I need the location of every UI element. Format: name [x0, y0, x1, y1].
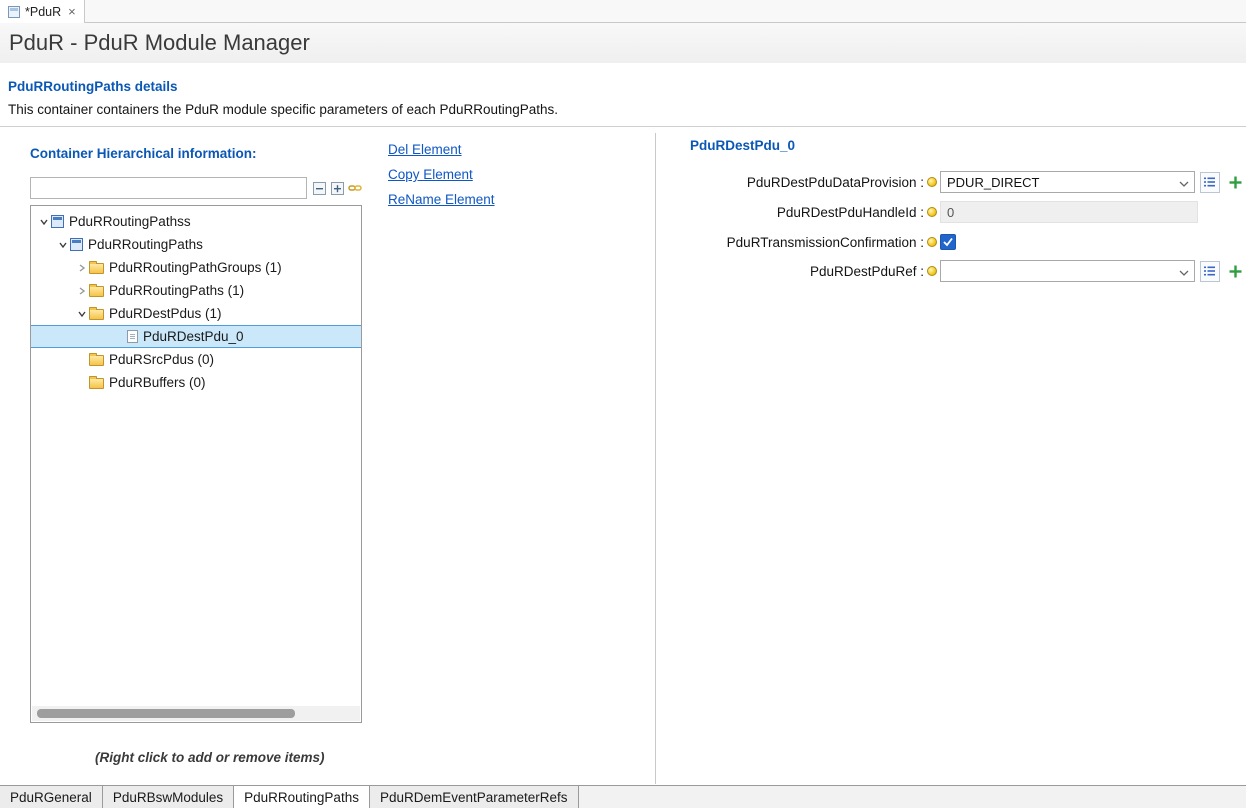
collapse-all-icon[interactable]: [312, 181, 326, 195]
expand-icon[interactable]: [75, 263, 89, 273]
folder-icon: [89, 263, 104, 274]
tree-item-label: PduRRoutingPaths (1): [109, 283, 244, 298]
field-row-destpduref: PduRDestPduRef :: [656, 259, 1246, 283]
tree-panel-heading: Container Hierarchical information:: [30, 146, 257, 161]
copy-element-link[interactable]: Copy Element: [388, 167, 473, 182]
section-title: PduRRoutingPaths details: [8, 79, 178, 94]
folder-icon: [89, 309, 104, 320]
expand-icon[interactable]: [75, 286, 89, 296]
tree-item-label: PduRSrcPdus (0): [109, 352, 214, 367]
tab-pdurgeneral[interactable]: PduRGeneral: [0, 786, 103, 808]
list-options-button[interactable]: [1200, 172, 1221, 193]
destpduref-select[interactable]: [940, 260, 1195, 282]
tree-item-pdursrcpdus[interactable]: PduRSrcPdus (0): [31, 348, 361, 371]
section-divider: [0, 126, 1246, 127]
tree-item-label: PduRDestPdu_0: [143, 329, 244, 344]
chevron-down-icon: [1179, 264, 1189, 279]
folder-icon: [89, 286, 104, 297]
bottom-tabbar: PduRGeneral PduRBswModules PduRRoutingPa…: [0, 785, 1246, 808]
section-description: This container containers the PduR modul…: [8, 102, 558, 117]
selected-value: PDUR_DIRECT: [947, 175, 1039, 190]
list-options-button[interactable]: [1200, 261, 1221, 282]
page-header: PduR - PduR Module Manager: [0, 23, 1246, 63]
tab-pdurbswmodules[interactable]: PduRBswModules: [103, 786, 234, 808]
container-tree: PduRRoutingPathss PduRRoutingPaths PduRR…: [30, 205, 362, 723]
folder-icon: [89, 378, 104, 389]
rename-element-link[interactable]: ReName Element: [388, 192, 495, 207]
editor-tabbar: *PduR ×: [0, 0, 1246, 23]
tree-item-pdurroutingpaths-1[interactable]: PduRRoutingPaths (1): [31, 279, 361, 302]
tree-item-label: PduRRoutingPathss: [69, 214, 191, 229]
document-icon: [127, 330, 138, 343]
collapse-icon[interactable]: [37, 217, 51, 227]
tree-item-pdurroutingpathss[interactable]: PduRRoutingPathss: [31, 210, 361, 233]
field-label: PduRDestPduHandleId :: [656, 205, 924, 220]
chevron-down-icon: [1179, 175, 1189, 190]
handleid-value: 0: [947, 205, 954, 220]
bulb-icon: [927, 207, 937, 217]
bulb-icon: [927, 177, 937, 187]
del-element-link[interactable]: Del Element: [388, 142, 462, 157]
link-with-editor-icon[interactable]: [348, 181, 362, 195]
transmissionconfirmation-checkbox[interactable]: [940, 234, 956, 250]
collapse-icon[interactable]: [56, 240, 70, 250]
field-row-dataprovision: PduRDestPduDataProvision : PDUR_DIRECT: [656, 170, 1246, 194]
page-title: PduR - PduR Module Manager: [0, 30, 310, 56]
folder-icon: [89, 355, 104, 366]
tree-item-pdurdestpdus[interactable]: PduRDestPdus (1): [31, 302, 361, 325]
add-button[interactable]: [1225, 261, 1246, 282]
bulb-icon: [927, 237, 937, 247]
handleid-field: 0: [940, 201, 1198, 223]
tab-close-icon[interactable]: ×: [66, 5, 76, 18]
module-icon: [51, 215, 64, 228]
tree-item-label: PduRRoutingPathGroups (1): [109, 260, 282, 275]
tree-item-pdurroutingpaths[interactable]: PduRRoutingPaths: [31, 233, 361, 256]
expand-all-icon[interactable]: [330, 181, 344, 195]
add-button[interactable]: [1225, 172, 1246, 193]
tree-item-label: PduRBuffers (0): [109, 375, 206, 390]
module-icon: [70, 238, 83, 251]
field-label: PduRDestPduDataProvision :: [656, 175, 924, 190]
field-row-transmissionconfirmation: PduRTransmissionConfirmation :: [656, 230, 1246, 254]
scrollbar-thumb[interactable]: [37, 709, 295, 718]
tree-item-label: PduRRoutingPaths: [88, 237, 203, 252]
dataprovision-select[interactable]: PDUR_DIRECT: [940, 171, 1195, 193]
details-title: PduRDestPdu_0: [690, 138, 795, 153]
check-icon: [942, 236, 954, 248]
tab-pdurdemeventparameterrefs[interactable]: PduRDemEventParameterRefs: [370, 786, 579, 808]
tree-item-label: PduRDestPdus (1): [109, 306, 222, 321]
editor-tab-label: *PduR: [25, 5, 61, 19]
tree-item-pdurbuffers[interactable]: PduRBuffers (0): [31, 371, 361, 394]
field-label: PduRTransmissionConfirmation :: [656, 235, 924, 250]
collapse-icon[interactable]: [75, 309, 89, 319]
field-row-handleid: PduRDestPduHandleId : 0: [656, 200, 1246, 224]
tab-pdurroutingpaths[interactable]: PduRRoutingPaths: [234, 786, 370, 808]
editor-tab-pdur[interactable]: *PduR ×: [0, 0, 85, 23]
tree-item-pdurroutingpathgroups[interactable]: PduRRoutingPathGroups (1): [31, 256, 361, 279]
tree-hint: (Right click to add or remove items): [95, 750, 325, 765]
tree-item-pdurdestpdu-0[interactable]: PduRDestPdu_0: [31, 325, 361, 348]
bulb-icon: [927, 266, 937, 276]
tree-toolbar: [312, 181, 362, 195]
horizontal-scrollbar[interactable]: [32, 706, 360, 721]
editor-file-icon: [8, 6, 20, 18]
tree-filter-input[interactable]: [30, 177, 307, 199]
application-window: *PduR × PduR - PduR Module Manager PduRR…: [0, 0, 1246, 808]
field-label: PduRDestPduRef :: [656, 264, 924, 279]
